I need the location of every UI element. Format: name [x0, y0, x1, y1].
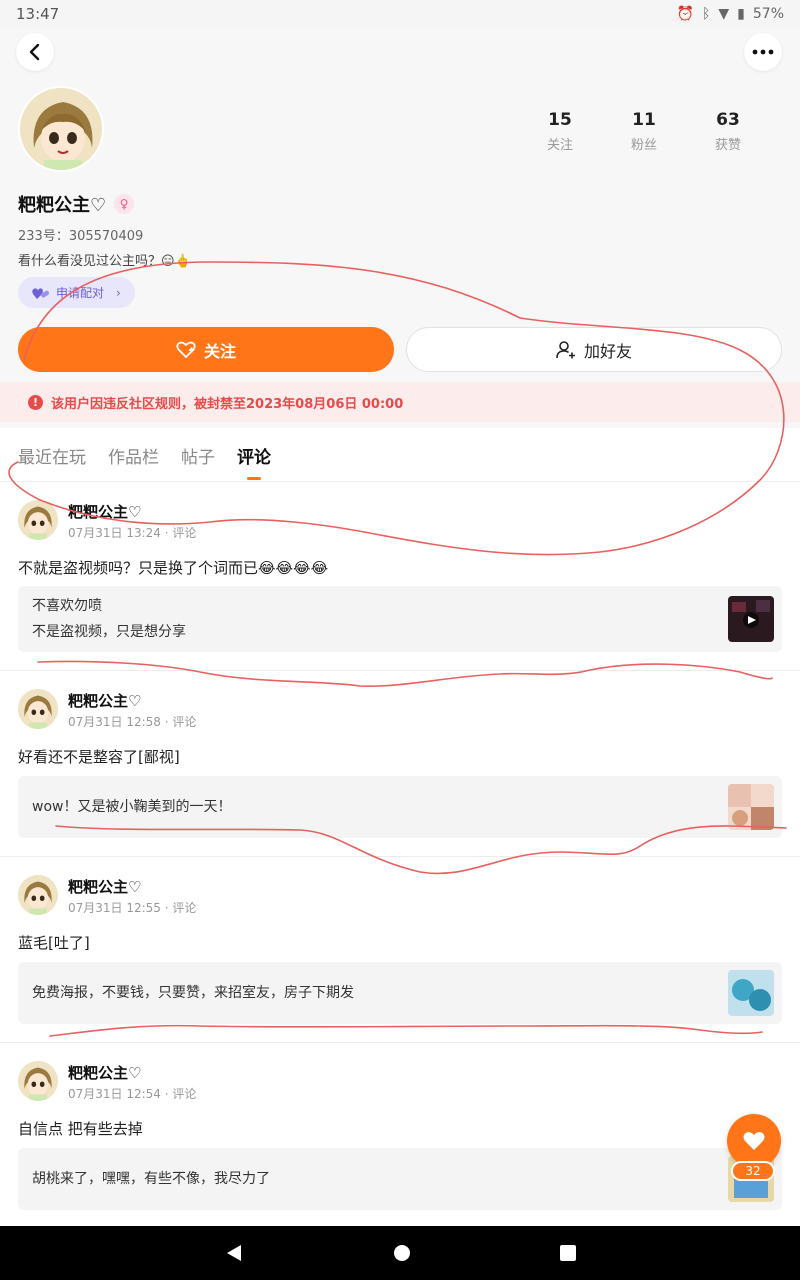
quoted-post[interactable]: 不喜欢勿喷 不是盗视频，只是想分享	[18, 586, 782, 652]
like-fab-button[interactable]	[727, 1114, 781, 1168]
quoted-body: 不是盗视频，只是想分享	[32, 624, 186, 640]
status-bar: 13:47 ⏰ ᛒ ▼ ▮ 57%	[0, 0, 800, 28]
avatar[interactable]	[18, 689, 58, 729]
image-thumbnail	[728, 784, 774, 830]
quoted-title: 胡桃来了，嘿嘿，有些不像，我尽力了	[32, 1171, 270, 1187]
quoted-post[interactable]: 免费海报，不要钱，只要赞，来招室友，房子下期发	[18, 962, 782, 1024]
tab-recent-played[interactable]: 最近在玩	[18, 430, 86, 482]
bluetooth-icon: ᛒ	[701, 6, 711, 22]
back-button[interactable]	[16, 33, 54, 71]
more-button[interactable]	[744, 33, 782, 71]
like-count-badge: 32	[731, 1161, 775, 1181]
comment-text[interactable]: 不就是盗视频吗？只是换了个词而已😂😂😂😂	[18, 557, 328, 578]
avatar[interactable]	[18, 500, 58, 540]
add-friend-label: 加好友	[583, 341, 632, 361]
profile-bio: 看什么看没见过公主吗？😑🖕	[18, 254, 191, 269]
request-pair-button[interactable]: 申请配对 ›	[18, 277, 135, 308]
post-meta: 07月31日 13:24 · 评论	[68, 526, 197, 540]
profile-uid: 233号：305570409	[18, 229, 144, 244]
quoted-post[interactable]: 胡桃来了，嘿嘿，有些不像，我尽力了	[18, 1148, 782, 1210]
add-friend-button[interactable]: 加好友	[406, 327, 782, 372]
post-meta: 07月31日 12:58 · 评论	[68, 715, 197, 729]
underline-annotation-3	[49, 1024, 763, 1037]
image-thumbnail	[728, 970, 774, 1016]
post-author[interactable]: 粑粑公主♡	[68, 501, 141, 522]
quoted-post[interactable]: wow！又是被小鞠美到的一天！	[18, 776, 782, 838]
add-user-icon	[556, 340, 575, 358]
quoted-title: wow！又是被小鞠美到的一天！	[32, 799, 232, 815]
stat-number: 63	[716, 110, 740, 130]
warning-icon: !	[28, 394, 43, 410]
post-author[interactable]: 粑粑公主♡	[68, 690, 141, 711]
post-meta: 07月31日 12:55 · 评论	[68, 901, 197, 915]
chevron-left-icon	[29, 43, 40, 61]
hearts-icon	[32, 287, 49, 299]
comment-text[interactable]: 好看还不是整容了[鄙视]	[18, 746, 180, 767]
comment-text[interactable]: 蓝毛[吐了]	[18, 932, 90, 953]
stat-label: 关注	[546, 138, 573, 153]
ban-notice-text: 该用户因违反社区规则，被封禁至2023年08月06日 00:00	[51, 396, 404, 412]
profile-tabs: 最近在玩 作品栏 帖子 评论	[0, 430, 800, 482]
stat-followers[interactable]: 11 粉丝	[602, 110, 686, 153]
profile-stats: 15 关注 11 粉丝 63 获赞	[518, 110, 770, 153]
tab-posts[interactable]: 帖子	[181, 430, 215, 482]
request-pair-label: 申请配对	[56, 286, 105, 300]
battery-percent: 57%	[752, 6, 784, 22]
heart-icon	[743, 1132, 765, 1150]
stat-likes[interactable]: 63 获赞	[686, 110, 770, 153]
divider	[0, 856, 800, 857]
battery-icon: ▮	[737, 6, 745, 22]
stat-following[interactable]: 15 关注	[518, 110, 602, 153]
tab-works[interactable]: 作品栏	[108, 430, 159, 482]
alarm-icon: ⏰	[676, 6, 694, 22]
nav-back-icon[interactable]	[223, 1242, 245, 1264]
status-icons: ⏰ ᛒ ▼ ▮ 57%	[677, 6, 784, 22]
stat-number: 11	[632, 110, 656, 130]
profile-name: 粑粑公主♡	[18, 195, 107, 216]
profile-name-row: 粑粑公主♡ ♀	[18, 191, 135, 217]
wifi-icon: ▼	[718, 6, 730, 22]
avatar[interactable]	[18, 1061, 58, 1101]
follow-label: 关注	[203, 341, 236, 361]
avatar[interactable]	[18, 875, 58, 915]
underline-annotation-1	[37, 660, 773, 688]
android-nav-bar	[0, 1226, 800, 1280]
post-author[interactable]: 粑粑公主♡	[68, 876, 141, 897]
quoted-title: 不喜欢勿喷	[32, 598, 102, 614]
nav-recents-icon[interactable]	[559, 1244, 577, 1262]
stat-number: 15	[548, 110, 572, 130]
stat-label: 粉丝	[630, 138, 657, 153]
comment-text[interactable]: 自信点 把有些去掉	[18, 1118, 143, 1139]
nav-home-icon[interactable]	[392, 1243, 412, 1263]
follow-button[interactable]: 关注	[18, 327, 394, 372]
stat-label: 获赞	[714, 138, 741, 153]
quoted-title: 免费海报，不要钱，只要赞，来招室友，房子下期发	[32, 985, 354, 1001]
post-meta: 07月31日 12:54 · 评论	[68, 1087, 197, 1101]
more-dots-icon	[752, 49, 774, 55]
post-author[interactable]: 粑粑公主♡	[68, 1062, 141, 1083]
heart-plus-icon	[176, 341, 196, 358]
profile-avatar[interactable]	[18, 86, 104, 172]
tab-comments[interactable]: 评论	[237, 430, 271, 482]
chevron-right-icon: ›	[116, 285, 121, 300]
divider	[0, 670, 800, 671]
divider	[0, 1042, 800, 1043]
ban-notice: ! 该用户因违反社区规则，被封禁至2023年08月06日 00:00	[0, 382, 800, 422]
video-thumbnail	[728, 596, 774, 642]
female-gender-icon: ♀	[114, 194, 135, 214]
status-time: 13:47	[16, 5, 60, 23]
